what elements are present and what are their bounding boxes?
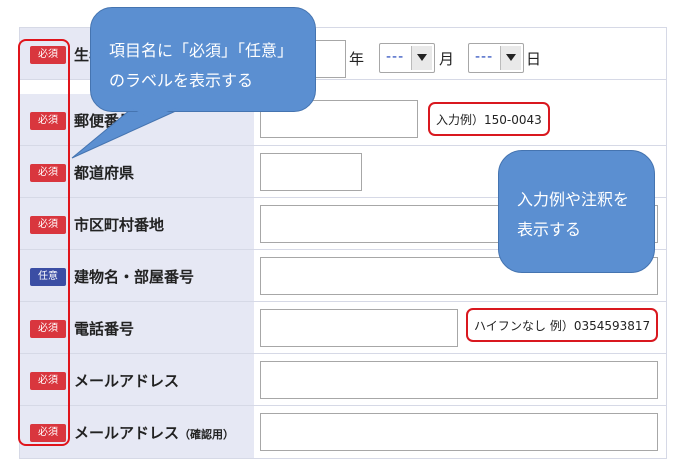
callout-examples-line1: 入力例や注釈を xyxy=(517,190,630,209)
callout-examples-text: 入力例や注釈を 表示する xyxy=(517,185,629,245)
callout-examples-line2: 表示する xyxy=(517,220,582,239)
callout-examples: 入力例や注釈を 表示する xyxy=(498,150,655,273)
